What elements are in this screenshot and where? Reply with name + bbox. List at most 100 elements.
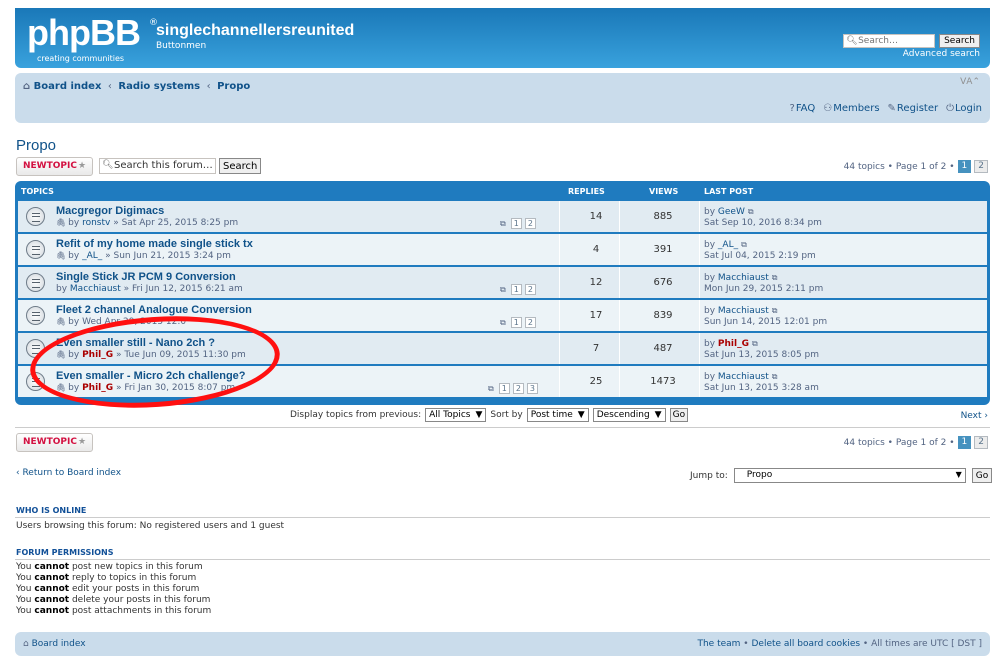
font-size-control[interactable]: ᐯA⌃ <box>960 77 980 87</box>
by-label: by <box>68 251 80 261</box>
forum-search: 🔍︎ Search this forum… Search <box>99 158 262 174</box>
topic-title-link[interactable]: Refit of my home made single stick tx <box>56 238 253 250</box>
register-link[interactable]: ✎Register <box>888 103 939 114</box>
column-divider <box>559 333 560 364</box>
topic-author-link[interactable]: _AL_ <box>82 251 102 261</box>
logo-tag-1: creating <box>37 54 70 63</box>
topic-date: » Sun Jun 21, 2015 3:24 pm <box>105 251 231 261</box>
topic-pages: ⧉ 1 2 3 <box>488 383 538 394</box>
last-post-author-link[interactable]: _AL_ <box>718 240 738 250</box>
page-1-button[interactable]: 1 <box>957 436 972 449</box>
topic-title-link[interactable]: Even smaller - Micro 2ch challenge? <box>56 370 246 382</box>
team-link[interactable]: The team <box>697 639 740 649</box>
topic-page-button[interactable]: 1 <box>510 218 522 229</box>
topic-pages: ⧉ 1 2 <box>500 284 536 295</box>
last-post-author-link[interactable]: GeeW <box>718 207 745 217</box>
return-board-index-link[interactable]: ‹ Return to Board index <box>16 468 121 478</box>
replies-header: REPLIES <box>568 187 605 196</box>
register-label: Register <box>896 103 939 114</box>
page-1-button[interactable]: 1 <box>957 160 972 173</box>
login-link[interactable]: ⏻Login <box>946 103 982 114</box>
display-select[interactable]: All Topics ▼ <box>425 408 487 422</box>
crumb-radio-systems[interactable]: Radio systems <box>118 81 200 92</box>
page-title[interactable]: Propo <box>16 137 56 154</box>
header-search-button[interactable]: Search <box>939 34 980 48</box>
site-title[interactable]: singlechannellersreunited <box>156 22 354 40</box>
filter-go-button[interactable]: Go <box>669 408 689 422</box>
timezone-text: • All times are UTC [ DST ] <box>862 639 982 649</box>
who-online-heading: WHO IS ONLINE <box>16 506 87 515</box>
topic-title-link[interactable]: Macgregor Digimacs <box>56 205 164 217</box>
members-link[interactable]: ⚇Members <box>823 103 879 114</box>
footer-board-index[interactable]: ⌂ Board index <box>23 639 86 649</box>
jump-select[interactable]: Propo ▼ <box>733 468 966 483</box>
topic-author-link[interactable]: ronstv <box>82 218 110 228</box>
column-divider <box>699 300 700 331</box>
phpbb-logo[interactable]: phpBB creating communities ® <box>27 14 158 64</box>
order-select[interactable]: Descending ▼ <box>592 408 666 422</box>
new-topic-button-bottom[interactable]: NEWTOPIC★ <box>16 433 94 452</box>
by-label: by <box>704 207 716 217</box>
topic-page-button[interactable]: 2 <box>524 317 536 328</box>
logo-tag-2: communities <box>72 54 125 63</box>
pages-icon: ⧉ <box>500 218 506 228</box>
topic-author-link[interactable]: Phil_G <box>82 350 113 360</box>
topic-title-link[interactable]: Even smaller still - Nano 2ch ? <box>56 337 215 349</box>
footer-board-index-label: Board index <box>31 639 86 649</box>
members-icon: ⚇ <box>823 103 833 114</box>
advanced-search-link[interactable]: Advanced search <box>903 49 980 59</box>
topic-page-button[interactable]: 2 <box>524 284 536 295</box>
divider <box>15 517 990 518</box>
last-post-author-link[interactable]: Macchiaust <box>718 273 769 283</box>
sort-select[interactable]: Post time ▼ <box>526 408 589 422</box>
column-divider <box>559 267 560 298</box>
view-latest-post-icon[interactable]: ⧉ <box>772 306 778 315</box>
column-divider <box>559 300 560 331</box>
page-2-button[interactable]: 2 <box>974 436 988 449</box>
views-count: 487 <box>653 343 673 354</box>
login-label: Login <box>955 103 982 114</box>
topic-author-link[interactable]: Phil_G <box>82 383 113 393</box>
view-latest-post-icon[interactable]: ⧉ <box>772 372 778 381</box>
view-latest-post-icon[interactable]: ⧉ <box>772 273 778 282</box>
topic-page-button[interactable]: 2 <box>524 218 536 229</box>
pagination-bottom: 44 topics • Page 1 of 2 • 1 2 <box>844 436 988 449</box>
forum-search-button[interactable]: Search <box>219 158 262 174</box>
topic-page-button[interactable]: 3 <box>526 383 538 394</box>
last-post-author-link[interactable]: Macchiaust <box>718 306 769 316</box>
topic-date: Wed Apr 29, 2015 12:0 <box>82 317 187 327</box>
topic-author-link[interactable]: Macchiaust <box>70 284 121 294</box>
topic-page-button[interactable]: 1 <box>498 383 510 394</box>
last-post-author-link[interactable]: Phil_G <box>718 339 749 349</box>
logo-tagline: creating communities <box>37 54 124 63</box>
topic-page-button[interactable]: 2 <box>512 383 524 394</box>
table-row: Macgregor Digimacs 🖇 by ronstv » Sat Apr 2… <box>18 201 987 232</box>
topic-page-button[interactable]: 1 <box>510 317 522 328</box>
topic-title-link[interactable]: Fleet 2 channel Analogue Conversion <box>56 304 252 316</box>
delete-cookies-link[interactable]: Delete all board cookies <box>751 639 860 649</box>
view-latest-post-icon[interactable]: ⧉ <box>748 207 754 216</box>
view-latest-post-icon[interactable]: ⧉ <box>752 339 758 348</box>
crumb-sep: ‹ <box>107 81 112 92</box>
view-latest-post-icon[interactable]: ⧉ <box>741 240 747 249</box>
table-row: Even smaller still - Nano 2ch ? 🖇 by Phil_… <box>18 333 987 364</box>
topic-title-link[interactable]: Single Stick JR PCM 9 Conversion <box>56 271 236 283</box>
faq-link[interactable]: ?FAQ <box>790 103 816 114</box>
forum-search-input[interactable]: 🔍︎ Search this forum… <box>99 158 216 174</box>
crumb-board-index[interactable]: Board index <box>34 81 102 92</box>
new-topic-button[interactable]: NEWTOPIC★ <box>16 157 94 176</box>
by-label: by <box>704 240 716 250</box>
page-2-button[interactable]: 2 <box>974 160 988 173</box>
pagination-top: 44 topics • Page 1 of 2 • 1 2 <box>844 160 988 173</box>
topic-meta: 🖇 by Wed Apr 29, 2015 12:0 <box>56 317 186 327</box>
crumb-propo[interactable]: Propo <box>217 81 250 92</box>
topic-page-button[interactable]: 1 <box>510 284 522 295</box>
next-page-link[interactable]: Next › <box>961 411 988 421</box>
search-icon: 🔍︎ <box>846 36 858 46</box>
last-post-author-link[interactable]: Macchiaust <box>718 372 769 382</box>
permission-line: You cannot post new topics in this forum <box>16 562 203 572</box>
jump-go-button[interactable]: Go <box>971 468 993 483</box>
topic-read-icon <box>26 339 45 358</box>
last-post-date: Sat Jul 04, 2015 2:19 pm <box>704 251 816 261</box>
column-divider <box>699 366 700 397</box>
